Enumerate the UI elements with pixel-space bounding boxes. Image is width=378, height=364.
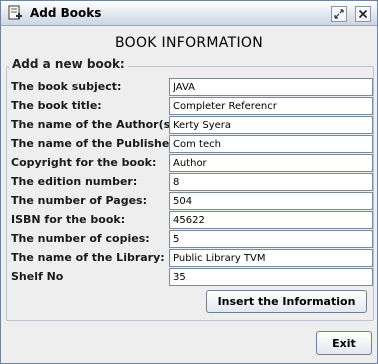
title-label: The book title: xyxy=(11,99,102,112)
window-title: Add Books xyxy=(30,6,102,20)
pages-label: The number of Pages: xyxy=(11,194,147,207)
publisher-input[interactable] xyxy=(169,135,373,153)
edition-input[interactable] xyxy=(169,173,373,191)
author-row: The name of the Author(s): xyxy=(3,116,375,135)
copies-label: The number of copies: xyxy=(11,232,150,245)
title-bar[interactable]: Add Books xyxy=(1,1,377,26)
edition-row: The edition number: xyxy=(3,173,375,192)
close-icon[interactable] xyxy=(355,6,371,22)
publisher-label: The name of the Publisher: xyxy=(11,137,180,150)
author-label: The name of the Author(s): xyxy=(11,118,180,131)
group-title: Add a new book: xyxy=(9,57,128,71)
isbn-row: ISBN for the book: xyxy=(3,211,375,230)
isbn-label: ISBN for the book: xyxy=(11,213,126,226)
insert-information-button[interactable]: Insert the Information xyxy=(206,290,367,313)
form-panel: BOOK INFORMATION Add a new book: The boo… xyxy=(3,27,375,361)
copies-row: The number of copies: xyxy=(3,230,375,249)
book-add-icon xyxy=(8,5,22,20)
author-input[interactable] xyxy=(169,116,373,134)
shelf-input[interactable] xyxy=(169,268,373,286)
publisher-row: The name of the Publisher: xyxy=(3,135,375,154)
copyright-label: Copyright for the book: xyxy=(11,156,157,169)
exit-button[interactable]: Exit xyxy=(316,331,372,355)
add-books-window: Add Books BOOK INFORMATION Add a new boo… xyxy=(0,0,378,364)
library-input[interactable] xyxy=(169,249,373,267)
shelf-label: Shelf No xyxy=(11,270,64,283)
title-input[interactable] xyxy=(169,97,373,115)
title-row: The book title: xyxy=(3,97,375,116)
subject-row: The book subject: xyxy=(3,78,375,97)
restore-icon[interactable] xyxy=(331,6,347,22)
copyright-row: Copyright for the book: xyxy=(3,154,375,173)
pages-row: The number of Pages: xyxy=(3,192,375,211)
copies-input[interactable] xyxy=(169,230,373,248)
edition-label: The edition number: xyxy=(11,175,138,188)
library-row: The name of the Library: xyxy=(3,249,375,268)
shelf-row: Shelf No xyxy=(3,268,375,287)
pages-input[interactable] xyxy=(169,192,373,210)
library-label: The name of the Library: xyxy=(11,251,165,264)
page-title: BOOK INFORMATION xyxy=(115,35,263,51)
copyright-input[interactable] xyxy=(169,154,373,172)
isbn-input[interactable] xyxy=(169,211,373,229)
subject-input[interactable] xyxy=(169,78,373,96)
subject-label: The book subject: xyxy=(11,80,122,93)
